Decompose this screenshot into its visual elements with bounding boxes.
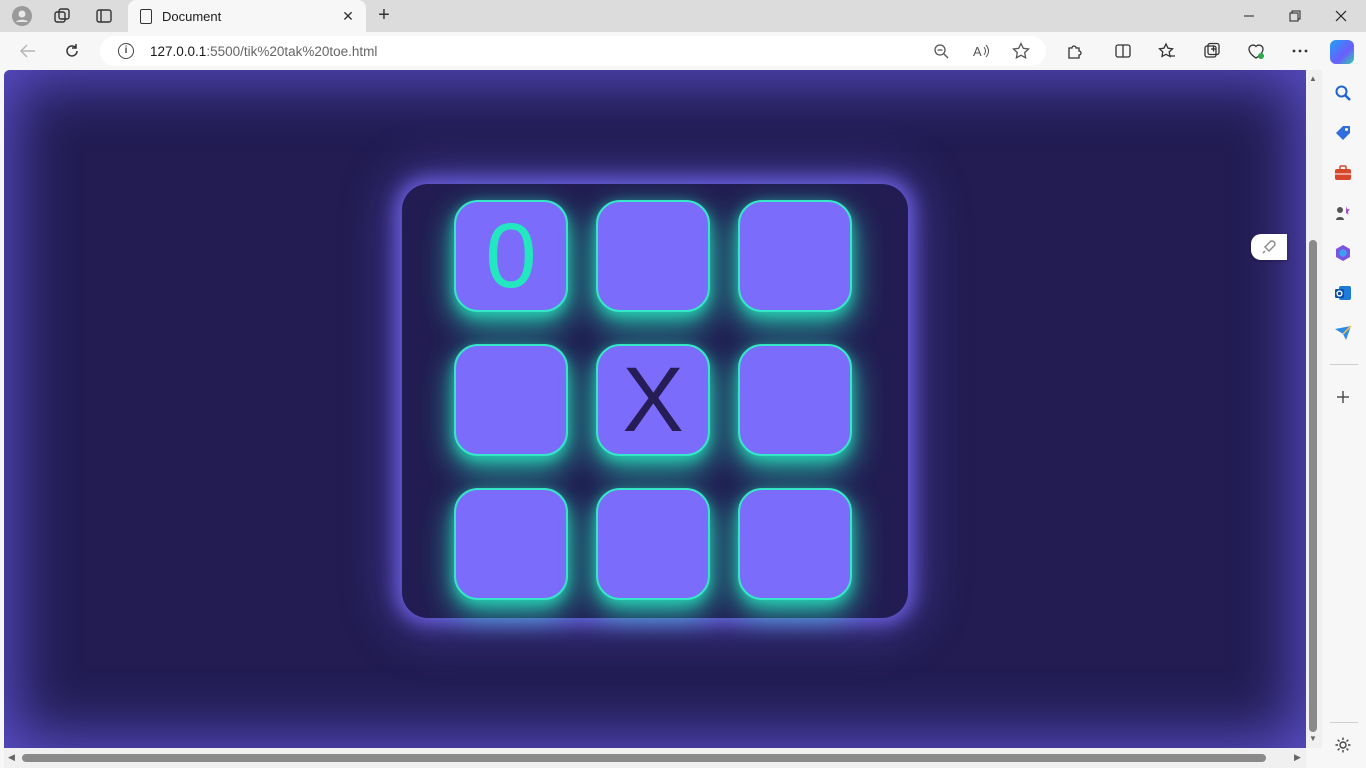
- tab-title: Document: [162, 8, 222, 24]
- rocket-icon[interactable]: [1251, 234, 1287, 260]
- extensions-icon[interactable]: [1064, 40, 1086, 62]
- cell-6[interactable]: [738, 344, 852, 456]
- cell-3[interactable]: [738, 200, 852, 312]
- read-aloud-icon[interactable]: A: [966, 39, 996, 63]
- cell-4[interactable]: [454, 344, 568, 456]
- sidebar-divider: [1330, 722, 1358, 723]
- games-icon[interactable]: [1332, 202, 1354, 224]
- game-board: 0 X: [402, 184, 908, 618]
- tab-document[interactable]: Document ✕: [128, 0, 366, 32]
- sidebar-divider: [1330, 364, 1358, 365]
- page-icon: [140, 8, 152, 24]
- svg-text:A: A: [973, 44, 982, 59]
- cell-7[interactable]: [454, 488, 568, 600]
- split-screen-icon[interactable]: [1112, 40, 1134, 62]
- vertical-scroll-thumb[interactable]: [1309, 240, 1317, 732]
- cell-1[interactable]: 0: [454, 200, 568, 312]
- collections-icon[interactable]: [1201, 40, 1223, 62]
- favorites-icon[interactable]: [1156, 40, 1178, 62]
- shopping-tag-icon[interactable]: [1332, 122, 1354, 144]
- site-info-icon[interactable]: i: [118, 43, 134, 59]
- more-options-icon[interactable]: [1289, 40, 1311, 62]
- cell-5[interactable]: X: [596, 344, 710, 456]
- settings-icon[interactable]: [1332, 734, 1354, 756]
- tab-strip: Document ✕ +: [0, 0, 1366, 32]
- scroll-left-icon[interactable]: ◀: [8, 752, 15, 763]
- cell-2[interactable]: [596, 200, 710, 312]
- scroll-down-icon[interactable]: ▼: [1309, 734, 1317, 743]
- horizontal-scrollbar[interactable]: ◀ ▶: [4, 748, 1306, 768]
- copilot-icon[interactable]: [1330, 40, 1354, 64]
- search-icon[interactable]: [1332, 82, 1354, 104]
- minimize-icon[interactable]: [1226, 0, 1272, 32]
- back-icon[interactable]: [16, 40, 40, 62]
- close-tab-icon[interactable]: ✕: [336, 8, 360, 25]
- browser-essentials-icon[interactable]: [1245, 40, 1267, 62]
- url-text[interactable]: 127.0.0.1:5500/tik%20tak%20toe.html: [150, 44, 926, 59]
- refresh-icon[interactable]: [60, 40, 84, 62]
- scroll-right-icon[interactable]: ▶: [1294, 752, 1301, 763]
- cell-9[interactable]: [738, 488, 852, 600]
- browser-toolbar: i 127.0.0.1:5500/tik%20tak%20toe.html A: [0, 32, 1366, 70]
- horizontal-scroll-thumb[interactable]: [22, 754, 1266, 762]
- restore-icon[interactable]: [1272, 0, 1318, 32]
- vertical-tabs-icon[interactable]: [94, 6, 114, 26]
- scroll-up-icon[interactable]: ▲: [1309, 74, 1317, 83]
- vertical-scrollbar[interactable]: ▲ ▼: [1306, 70, 1322, 748]
- zoom-out-icon[interactable]: [926, 39, 956, 63]
- favorite-star-icon[interactable]: [1006, 39, 1036, 63]
- cell-8[interactable]: [596, 488, 710, 600]
- workspaces-icon[interactable]: [52, 6, 72, 26]
- close-window-icon[interactable]: [1318, 0, 1364, 32]
- outlook-icon[interactable]: [1332, 282, 1354, 304]
- office-icon[interactable]: [1332, 242, 1354, 264]
- toolbox-icon[interactable]: [1332, 162, 1354, 184]
- add-icon[interactable]: [1332, 386, 1354, 408]
- address-bar[interactable]: i 127.0.0.1:5500/tik%20tak%20toe.html A: [100, 36, 1046, 66]
- profile-icon[interactable]: [12, 6, 32, 26]
- edge-sidebar: [1322, 70, 1366, 768]
- page-viewport: 0 X: [4, 70, 1306, 748]
- new-tab-button[interactable]: +: [372, 4, 396, 28]
- send-icon[interactable]: [1332, 322, 1354, 344]
